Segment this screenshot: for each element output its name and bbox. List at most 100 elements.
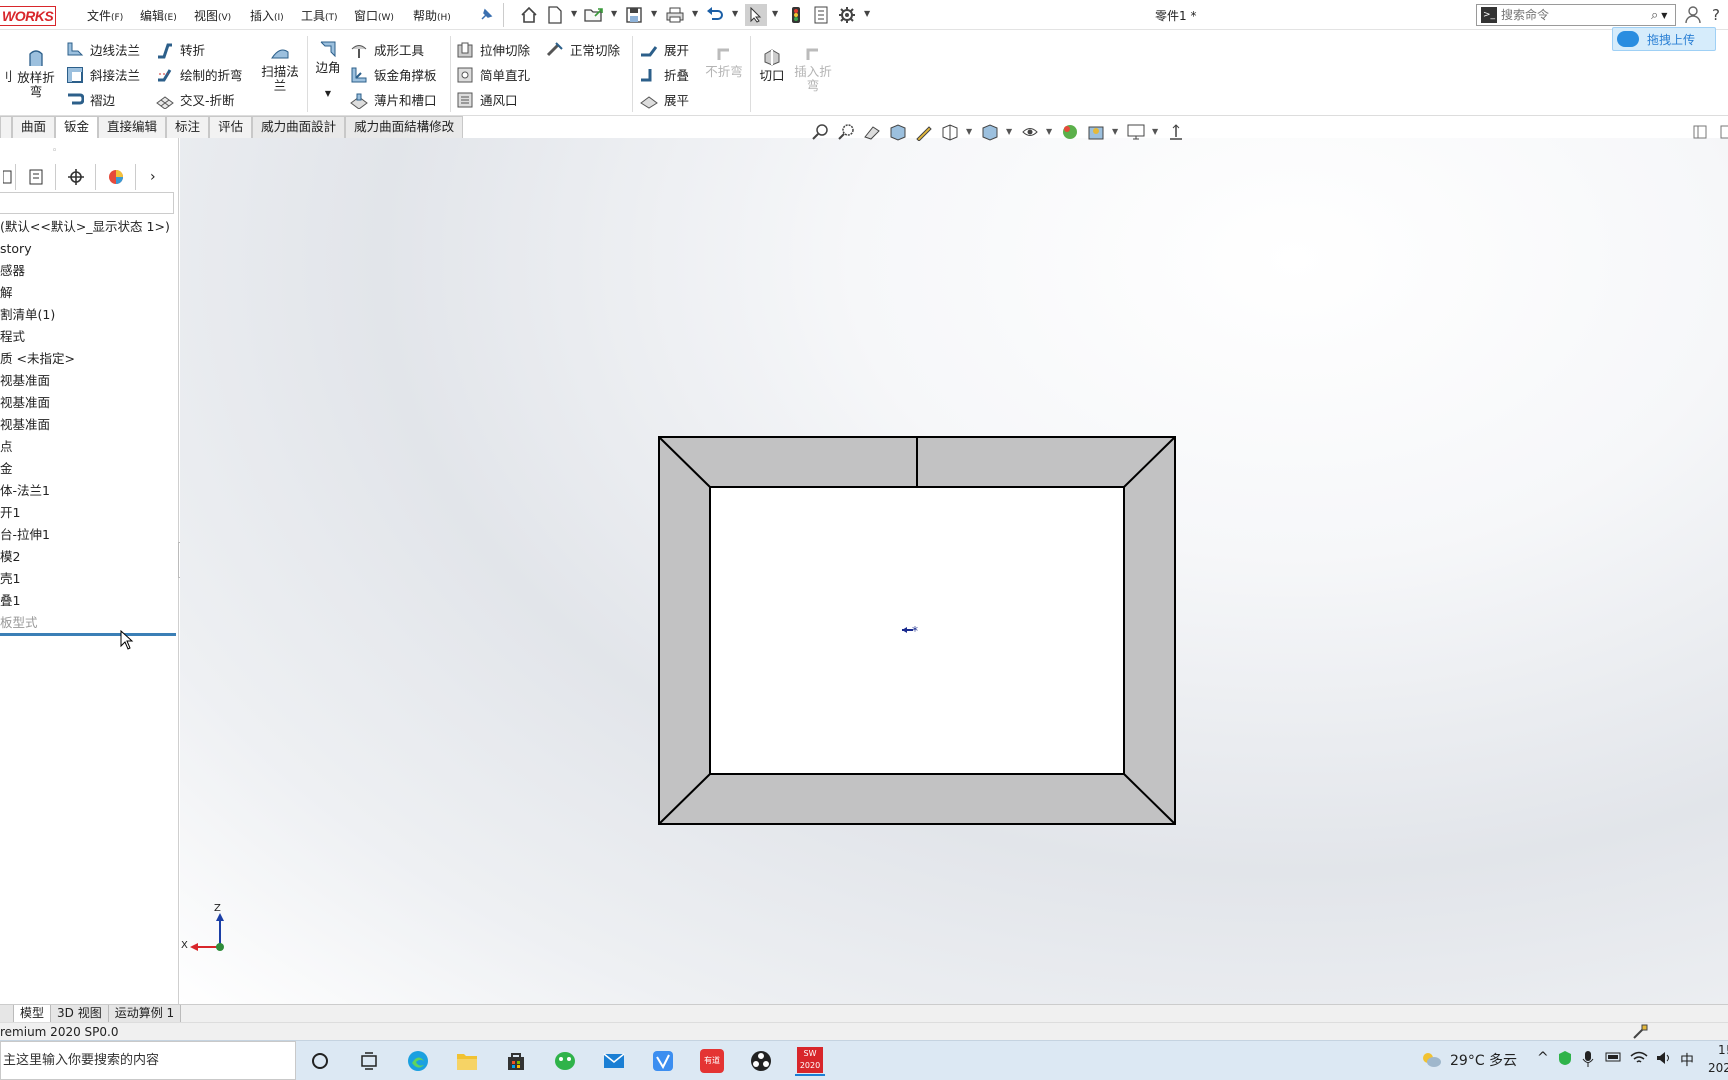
youdao-app-icon[interactable]: 有道 bbox=[697, 1046, 727, 1076]
search-dropdown-icon[interactable]: ▼ bbox=[1661, 11, 1667, 20]
cross-break-button[interactable]: 交叉-折断 bbox=[156, 90, 235, 109]
menu-window[interactable]: 窗口(W) bbox=[354, 7, 394, 24]
view-settings-dropdown-icon[interactable]: ▼ bbox=[1152, 127, 1158, 136]
cortana-circle-icon[interactable] bbox=[305, 1046, 335, 1076]
file-properties-icon[interactable] bbox=[811, 5, 831, 25]
wechat-app-icon[interactable] bbox=[550, 1046, 580, 1076]
clock-time[interactable]: 1! bbox=[1718, 1043, 1728, 1057]
previous-view-icon[interactable] bbox=[862, 122, 882, 142]
security-shield-icon[interactable] bbox=[1557, 1050, 1573, 1070]
tree-item[interactable]: 质 <未指定> bbox=[0, 349, 75, 369]
section-view-icon[interactable] bbox=[888, 122, 908, 142]
solidworks-taskbar-icon[interactable]: SW 2020 bbox=[795, 1046, 825, 1076]
tree-item[interactable]: 体-法兰1 bbox=[0, 481, 50, 501]
new-document-icon[interactable] bbox=[545, 5, 565, 25]
new-dropdown-icon[interactable]: ▼ bbox=[571, 9, 577, 18]
ribbon-cut-partial[interactable]: 刂 bbox=[0, 66, 13, 85]
microsoft-store-icon[interactable] bbox=[501, 1046, 531, 1076]
view-orientation-icon[interactable] bbox=[940, 122, 960, 142]
edit-appearance-icon[interactable] bbox=[1060, 122, 1080, 142]
tree-item[interactable]: 壳1 bbox=[0, 569, 20, 589]
vent-button[interactable]: 通风口 bbox=[456, 90, 518, 109]
rip-button[interactable]: 切口 bbox=[754, 48, 790, 83]
select-dropdown-icon[interactable]: ▼ bbox=[772, 9, 778, 18]
edge-flange-button[interactable]: 边线法兰 bbox=[66, 40, 140, 59]
jog-button[interactable]: 转折 bbox=[156, 40, 205, 59]
flatten-button[interactable]: 展平 bbox=[640, 90, 689, 109]
tab-motion-study[interactable]: 运动算例 1 bbox=[108, 1005, 182, 1022]
apply-scene-dropdown-icon[interactable]: ▼ bbox=[1112, 127, 1118, 136]
menu-view[interactable]: 视图(V) bbox=[194, 7, 231, 24]
panel-grip-icon[interactable]: ◦ bbox=[52, 146, 57, 156]
sketched-bend-button[interactable]: 绘制的折弯 bbox=[156, 65, 243, 84]
tree-item[interactable]: 视基准面 bbox=[0, 415, 50, 435]
save-dropdown-icon[interactable]: ▼ bbox=[651, 9, 657, 18]
sheet-metal-gusset-button[interactable]: 钣金角撑板 bbox=[350, 65, 437, 84]
apply-scene-icon[interactable] bbox=[1086, 122, 1106, 142]
zoom-to-fit-icon[interactable] bbox=[810, 122, 830, 142]
tray-expand-chevron-icon[interactable]: ^ bbox=[1537, 1050, 1549, 1066]
tab-power-surfacing-design[interactable]: 威力曲面設計 bbox=[252, 116, 346, 138]
tree-item[interactable]: 视基准面 bbox=[0, 393, 50, 413]
miter-flange-button[interactable]: 斜接法兰 bbox=[66, 65, 140, 84]
part-drawing[interactable]: * bbox=[180, 138, 1728, 1006]
tree-item[interactable]: 视基准面 bbox=[0, 371, 50, 391]
zoom-to-area-icon[interactable] bbox=[836, 122, 856, 142]
tree-item[interactable]: 开1 bbox=[0, 503, 20, 523]
tree-item[interactable]: 点 bbox=[0, 437, 13, 457]
display-style-dropdown-icon[interactable]: ▼ bbox=[1006, 127, 1012, 136]
print-dropdown-icon[interactable]: ▼ bbox=[692, 9, 698, 18]
tab-3d-views[interactable]: 3D 视图 bbox=[51, 1005, 109, 1022]
menu-file[interactable]: 文件(F) bbox=[87, 7, 123, 24]
taskbar-search-box[interactable]: 主这里输入你要搜索的内容 bbox=[0, 1041, 296, 1080]
open-dropdown-icon[interactable]: ▼ bbox=[611, 9, 617, 18]
tab-power-surfacing-modify[interactable]: 威力曲面結構修改 bbox=[345, 116, 464, 138]
tree-item[interactable]: 台-拉伸1 bbox=[0, 525, 50, 545]
file-explorer-icon[interactable] bbox=[452, 1046, 482, 1076]
options-gear-icon[interactable] bbox=[837, 5, 857, 25]
mail-app-icon[interactable] bbox=[599, 1046, 629, 1076]
weather-text[interactable]: 29°C 多云 bbox=[1450, 1050, 1517, 1070]
tree-item[interactable]: story bbox=[0, 239, 32, 259]
options-dropdown-icon[interactable]: ▼ bbox=[864, 9, 870, 18]
tab-direct-editing[interactable]: 直接编辑 bbox=[98, 116, 167, 138]
insert-bends-button[interactable]: 插入折弯 bbox=[790, 44, 836, 93]
rebuild-traffic-light-icon[interactable] bbox=[786, 5, 806, 25]
clock-date[interactable]: 202 bbox=[1708, 1061, 1728, 1075]
battery-icon[interactable] bbox=[1605, 1050, 1623, 1068]
tree-item[interactable]: 感器 bbox=[0, 261, 25, 281]
volume-icon[interactable] bbox=[1655, 1050, 1673, 1070]
property-manager-tab-icon[interactable] bbox=[16, 164, 56, 190]
unfold-button[interactable]: 展开 bbox=[640, 40, 689, 59]
feishu-app-icon[interactable] bbox=[648, 1046, 678, 1076]
tree-item[interactable]: 模2 bbox=[0, 547, 20, 567]
tree-item[interactable]: 解 bbox=[0, 283, 13, 303]
tree-config-line[interactable]: (默认<<默认>_显示状态 1>) bbox=[0, 217, 170, 237]
fold-button[interactable]: 折叠 bbox=[640, 65, 689, 84]
pin-icon[interactable] bbox=[476, 5, 496, 25]
task-view-icon[interactable] bbox=[354, 1046, 384, 1076]
tree-item-flat-pattern[interactable]: 板型式 bbox=[0, 613, 38, 633]
viewport-restore-icon[interactable] bbox=[1690, 122, 1710, 142]
open-folder-icon[interactable] bbox=[584, 5, 604, 25]
menu-insert[interactable]: 插入(I) bbox=[250, 7, 284, 24]
print-icon[interactable] bbox=[665, 5, 685, 25]
search-commands-box[interactable]: >_ ⌕ ▼ bbox=[1476, 4, 1676, 26]
graphics-viewport[interactable]: * bbox=[180, 138, 1728, 1006]
display-manager-tab-icon[interactable] bbox=[96, 164, 136, 190]
lofted-bend-button[interactable]: 放样折弯 bbox=[14, 48, 58, 99]
undo-dropdown-icon[interactable]: ▼ bbox=[732, 9, 738, 18]
tab-partial-left[interactable] bbox=[0, 116, 12, 138]
corners-dropdown-icon[interactable]: ▼ bbox=[310, 87, 346, 101]
bottom-tab-partial[interactable] bbox=[0, 1005, 14, 1022]
feature-tree-tab-icon[interactable] bbox=[0, 164, 16, 190]
dynamic-annotation-icon[interactable] bbox=[914, 122, 934, 142]
configuration-manager-tab-icon[interactable] bbox=[56, 164, 96, 190]
wifi-icon[interactable] bbox=[1630, 1050, 1648, 1070]
tree-item[interactable]: 金 bbox=[0, 459, 13, 479]
triad-axis-icon[interactable] bbox=[1166, 122, 1186, 142]
view-orientation-dropdown-icon[interactable]: ▼ bbox=[966, 127, 972, 136]
normal-cut-button[interactable]: 正常切除 bbox=[546, 40, 620, 59]
tab-evaluate[interactable]: 评估 bbox=[209, 116, 253, 138]
search-input[interactable] bbox=[1501, 8, 1651, 22]
